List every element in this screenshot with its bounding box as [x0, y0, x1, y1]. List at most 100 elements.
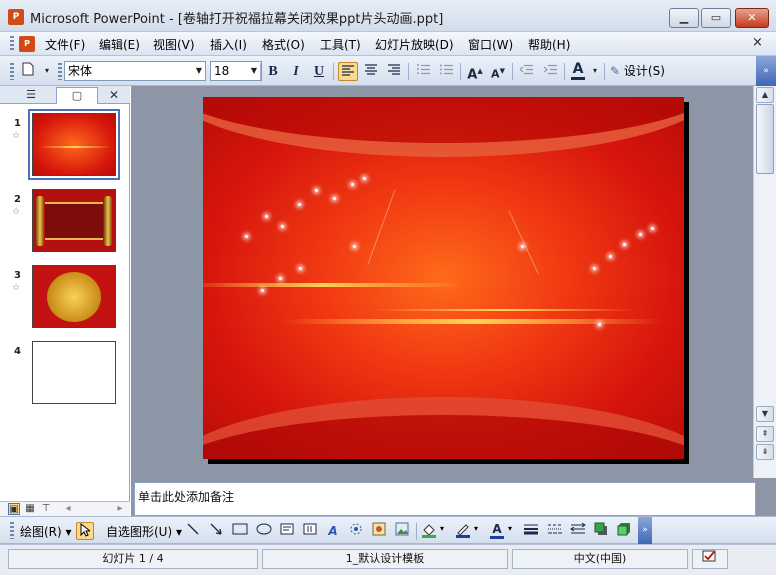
vertical-scrollbar[interactable]: ▲ ▼ ⇞ ⇟ [753, 86, 776, 478]
draw-font-color-icon[interactable]: A [488, 522, 506, 540]
autoshapes-menu-button[interactable]: 自选图形(U) ▾ [106, 523, 182, 540]
arrow-tool-icon[interactable] [207, 522, 225, 540]
new-document-icon[interactable] [18, 62, 38, 81]
line-style-icon[interactable] [522, 522, 540, 540]
clipart-icon[interactable] [370, 522, 388, 540]
font-name-field[interactable]: 宋体 [64, 61, 206, 81]
autoshapes-label: 自选图形(U) [106, 525, 173, 539]
select-cursor-icon[interactable] [76, 522, 94, 540]
current-slide[interactable] [203, 97, 684, 459]
panel-close-button[interactable]: ✕ [106, 87, 122, 104]
3d-style-icon[interactable] [615, 522, 633, 540]
insert-picture-icon[interactable] [393, 522, 411, 540]
scroll-left-icon[interactable]: ◂ [62, 503, 74, 515]
toolbar-grip-handle[interactable] [10, 63, 14, 80]
slide-thumbnail-4[interactable] [32, 341, 116, 404]
toolbar-options-dropdown-icon[interactable]: ▾ [40, 62, 54, 80]
align-right-icon[interactable] [384, 62, 404, 81]
drawing-toolbar-options-chevron-icon[interactable]: » [638, 517, 652, 544]
normal-view-icon[interactable]: ▣ [8, 503, 20, 515]
vertical-textbox-tool-icon[interactable] [301, 522, 319, 540]
italic-button[interactable]: I [286, 62, 306, 81]
powerpoint-app-icon[interactable]: P [8, 9, 24, 25]
draw-font-color-dropdown-icon[interactable]: ▾ [508, 524, 512, 533]
menu-window[interactable]: 窗口(W) [468, 36, 513, 53]
textbox-tool-icon[interactable] [278, 522, 296, 540]
slide-thumbnail-3[interactable] [32, 265, 116, 328]
toolbar-separator [460, 63, 461, 80]
wordart-icon[interactable]: A [324, 522, 342, 540]
increase-font-size-icon[interactable]: A▲ [465, 62, 485, 82]
sparkle [279, 277, 282, 280]
line-tool-icon[interactable] [184, 522, 202, 540]
menu-tools[interactable]: 工具(T) [320, 36, 361, 53]
oval-tool-icon[interactable] [255, 522, 273, 540]
drawing-toolbar-grip-handle[interactable] [10, 522, 14, 539]
sparkle [299, 267, 302, 270]
fill-color-dropdown-icon[interactable]: ▾ [440, 524, 444, 533]
increase-indent-icon[interactable] [540, 62, 560, 81]
align-left-icon[interactable] [338, 62, 358, 81]
numbered-list-icon[interactable] [413, 62, 433, 81]
decrease-font-size-icon[interactable]: A▼ [488, 62, 508, 81]
design-icon: ✎ [610, 64, 621, 78]
minimize-button[interactable]: ▁ [669, 8, 699, 28]
bold-button[interactable]: B [263, 62, 283, 81]
notes-input[interactable]: 单击此处添加备注 [134, 482, 756, 516]
close-button[interactable]: ✕ [735, 8, 769, 28]
slide-animation-star-icon: ☆ [12, 283, 21, 293]
menu-grip-handle[interactable] [10, 36, 14, 52]
font-color-icon[interactable]: A [568, 62, 588, 81]
toolbar-grip-handle-2[interactable] [58, 63, 62, 80]
sparkle [261, 289, 264, 292]
scroll-up-icon[interactable]: ▲ [756, 87, 774, 103]
scroll-right-icon[interactable]: ▸ [114, 503, 126, 515]
slide-thumbnail-1[interactable] [28, 109, 120, 180]
design-button[interactable]: ✎ 设计(S) [610, 62, 665, 81]
menu-insert[interactable]: 插入(I) [210, 36, 247, 53]
design-template-status[interactable]: 1_默认设计模板 [262, 549, 508, 569]
scroll-thumb[interactable] [756, 104, 774, 174]
line-color-dropdown-icon[interactable]: ▾ [474, 524, 478, 533]
toolbar-options-chevron-icon[interactable]: » [756, 56, 776, 86]
slide-number: 4 [14, 346, 21, 357]
fill-color-icon[interactable] [420, 522, 438, 540]
shadow-style-icon[interactable] [592, 522, 610, 540]
maximize-button[interactable]: ▭ [701, 8, 731, 28]
draw-menu-button[interactable]: 绘图(R) ▾ [20, 523, 72, 540]
gold-streak [373, 309, 633, 311]
tab-slides-icon[interactable]: ▢ [56, 87, 98, 104]
menu-edit[interactable]: 编辑(E) [99, 36, 140, 53]
line-color-icon[interactable] [454, 522, 472, 540]
scroll-down-icon[interactable]: ▼ [756, 406, 774, 422]
sparkle [598, 323, 601, 326]
font-size-dropdown-icon[interactable]: ▼ [247, 62, 261, 80]
slide-thumbnail-2[interactable] [32, 189, 116, 252]
document-icon[interactable]: P [19, 36, 35, 52]
align-center-icon[interactable] [361, 62, 381, 81]
menu-slideshow[interactable]: 幻灯片放映(D) [375, 36, 454, 53]
underline-button[interactable]: U [309, 62, 329, 81]
menu-view[interactable]: 视图(V) [153, 36, 195, 53]
slide-sorter-view-icon[interactable]: ▦ [24, 503, 36, 515]
slide-number: 1 [14, 118, 21, 129]
rectangle-tool-icon[interactable] [231, 522, 249, 540]
slides-panel: ☰ ▢ ✕ 1 ☆ 2 ☆ 3 ☆ 4 ▣ ▦ ⊤ ◂ ▸ [0, 86, 130, 516]
font-name-dropdown-icon[interactable]: ▼ [192, 62, 206, 80]
spelling-check-icon[interactable] [692, 549, 728, 569]
document-close-button[interactable]: × [752, 35, 763, 50]
next-slide-icon[interactable]: ⇟ [756, 444, 774, 460]
dash-style-icon[interactable] [546, 522, 564, 540]
decrease-indent-icon[interactable] [516, 62, 536, 81]
menu-file[interactable]: 文件(F) [45, 36, 85, 53]
tab-outline-icon[interactable]: ☰ [8, 87, 54, 104]
menu-format[interactable]: 格式(O) [262, 36, 305, 53]
arrow-style-icon[interactable] [569, 522, 587, 540]
diagram-icon[interactable] [347, 522, 365, 540]
previous-slide-icon[interactable]: ⇞ [756, 426, 774, 442]
slideshow-view-icon[interactable]: ⊤ [40, 503, 52, 515]
menu-bar: P 文件(F) 编辑(E) 视图(V) 插入(I) 格式(O) 工具(T) 幻灯… [0, 32, 776, 56]
font-color-dropdown-icon[interactable]: ▾ [588, 62, 602, 80]
bullet-list-icon[interactable] [436, 62, 456, 81]
menu-help[interactable]: 帮助(H) [528, 36, 570, 53]
